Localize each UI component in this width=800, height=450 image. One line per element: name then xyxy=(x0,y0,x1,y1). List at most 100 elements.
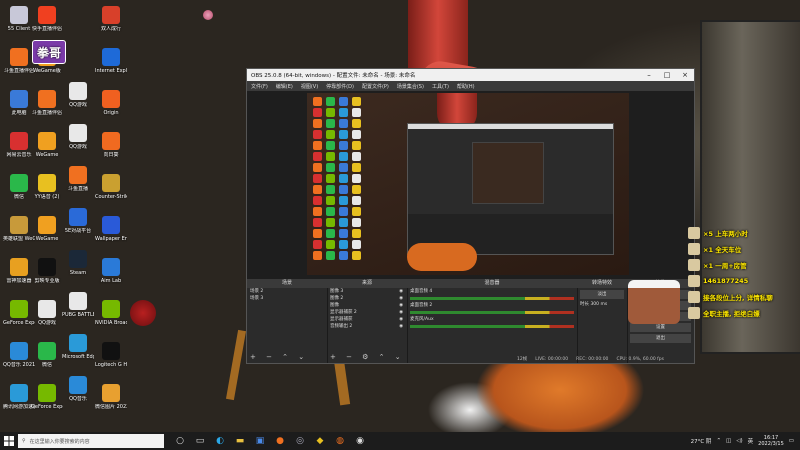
preview-mini-icon xyxy=(313,207,322,216)
desktop-icon[interactable]: 向日葵 xyxy=(95,132,127,158)
overlay-line: ×5 上车两小时 xyxy=(688,226,800,240)
steam-icon[interactable]: ◎ xyxy=(290,432,310,450)
volume-meter[interactable] xyxy=(410,297,574,300)
desktop-icon[interactable]: WeGame xyxy=(31,132,63,158)
menu-item[interactable]: 文件(F) xyxy=(251,83,268,90)
source-item[interactable]: 音频输出 2 ◉ xyxy=(327,323,407,330)
desktop-icon[interactable]: QQ游戏 xyxy=(62,124,94,150)
desktop-icon[interactable]: Microsoft Edge xyxy=(62,334,94,360)
taskbar-clock[interactable]: 16:17 2022/3/15 xyxy=(758,435,784,447)
source-item[interactable]: 图像 ◉ xyxy=(327,302,407,309)
desktop-icon[interactable]: Counter-Strike Global Off... xyxy=(95,174,127,200)
netease-music-icon xyxy=(10,132,28,150)
eye-icon[interactable]: ◉ xyxy=(399,295,403,302)
desktop-icon[interactable]: Wallpaper Engine: ... xyxy=(95,216,127,242)
menu-item[interactable]: 视图(V) xyxy=(301,83,318,90)
scenes-header: 场景 xyxy=(247,279,327,288)
steam-icon xyxy=(69,250,87,268)
control-button[interactable]: 设置 xyxy=(630,323,691,332)
rose-sticker xyxy=(130,300,156,326)
firefox-icon[interactable]: ● xyxy=(270,432,290,450)
volume-meter[interactable] xyxy=(410,311,574,314)
eye-icon[interactable]: ◉ xyxy=(399,316,403,323)
notification-icon[interactable]: ▭ xyxy=(789,438,794,444)
desktop-icon[interactable]: Aim Lab xyxy=(95,258,127,284)
search-icon[interactable]: ○ xyxy=(170,432,190,450)
source-item[interactable]: 显示器捕获 ◉ xyxy=(327,316,407,323)
obs-preview[interactable] xyxy=(247,91,694,279)
obs-icon[interactable]: ◉ xyxy=(350,432,370,450)
menu-item[interactable]: 工具(T) xyxy=(432,83,449,90)
preview-mini-icon xyxy=(326,97,335,106)
eye-icon[interactable]: ◉ xyxy=(399,309,403,316)
eye-icon[interactable]: ◉ xyxy=(399,288,403,295)
status-cpu: CPU: 0.9%, 60.00 fps xyxy=(616,356,664,362)
desktop-icon-label: WeGame xyxy=(35,236,59,242)
eye-icon[interactable]: ◉ xyxy=(399,302,403,309)
maximize-icon[interactable]: □ xyxy=(658,71,676,79)
folder-icon[interactable]: ▬ xyxy=(230,432,250,450)
menu-item[interactable]: 编辑(E) xyxy=(276,83,293,90)
desktop-icon[interactable]: NVIDIA Broadcast xyxy=(95,300,127,326)
desktop-icon[interactable]: 快手直播伴侣 xyxy=(31,6,63,32)
desktop-icon[interactable]: WeGame xyxy=(31,216,63,242)
weather-text[interactable]: 27°C 阴 xyxy=(691,437,712,445)
small-rose-sticker xyxy=(203,10,213,20)
desktop-icon[interactable]: Logitech G HUB xyxy=(95,342,127,368)
ime-indicator[interactable]: 英 xyxy=(748,437,754,445)
sources-controls[interactable]: + − ⚙ ⌃ ⌄ xyxy=(330,353,405,361)
transition-select[interactable]: 淡出 xyxy=(580,290,624,299)
desktop-icon[interactable]: 双人成行 xyxy=(95,6,127,32)
preview-mini-icon xyxy=(352,218,361,227)
menu-item[interactable]: 配置文件(P) xyxy=(362,83,389,90)
desktop-icon[interactable]: 微信 xyxy=(31,342,63,368)
desktop-icon[interactable]: 5E对战平台 xyxy=(62,208,94,234)
chevron-up-icon[interactable]: ⌃ xyxy=(716,438,721,444)
preview-mini-icon xyxy=(339,141,348,150)
minimize-icon[interactable]: – xyxy=(640,71,658,79)
menu-item[interactable]: 停靠部件(D) xyxy=(326,83,354,90)
volume-meter[interactable] xyxy=(410,325,574,328)
douyu-icon[interactable]: ◍ xyxy=(330,432,350,450)
desktop-icon[interactable]: 斗鱼直播伴侣 xyxy=(31,90,63,116)
source-item[interactable]: 显示器捕获 2 ◉ xyxy=(327,309,407,316)
desktop-icon[interactable]: 剪映专业版 xyxy=(31,258,63,284)
desktop-icon-label: 斗鱼直播伴侣 xyxy=(31,110,62,116)
edge-icon[interactable]: ◐ xyxy=(210,432,230,450)
control-button[interactable]: 退出 xyxy=(630,334,691,343)
desktop-icon[interactable]: 斗鱼直播 xyxy=(62,166,94,192)
close-icon[interactable]: × xyxy=(676,71,694,79)
task-view-icon[interactable]: ▭ xyxy=(190,432,210,450)
desktop-icon[interactable]: GeForce Experience xyxy=(31,384,63,410)
desktop-icon[interactable]: 微信图片 20220... xyxy=(95,384,127,410)
menu-item[interactable]: 帮助(H) xyxy=(457,83,475,90)
yy-icon[interactable]: ◆ xyxy=(310,432,330,450)
eye-icon[interactable]: ◉ xyxy=(399,323,403,330)
obs-titlebar[interactable]: OBS 25.0.8 (64-bit, windows) - 配置文件: 未命名… xyxy=(247,69,694,81)
preview-mini-icon xyxy=(352,130,361,139)
desktop-icon[interactable]: YY语音 (2) xyxy=(31,174,63,200)
taskbar-search-input[interactable]: ⚲ 在这里输入你要搜索的内容 xyxy=(18,434,164,448)
preview-mini-icon xyxy=(352,207,361,216)
scene-item[interactable]: 场景 2 xyxy=(247,288,327,295)
desktop-icon[interactable]: QQ游戏 xyxy=(31,300,63,326)
desktop-icon[interactable]: PUBG BATTLEGR... xyxy=(62,292,94,318)
preview-mini-icon xyxy=(352,108,361,117)
desktop-icon[interactable]: QQ音乐 xyxy=(62,376,94,402)
desktop-icon[interactable]: Steam xyxy=(62,250,94,276)
desktop-icon[interactable]: QQ游戏 xyxy=(62,82,94,108)
scenes-controls[interactable]: + − ⌃ ⌄ xyxy=(250,353,308,361)
network-icon[interactable]: ◫ xyxy=(726,438,731,444)
nvidia-icon xyxy=(38,384,56,402)
transition-duration[interactable]: 时长 300 ms xyxy=(577,301,627,308)
preview-mini-icon xyxy=(339,207,348,216)
windows-start-icon[interactable] xyxy=(0,432,18,450)
desktop-icon[interactable]: Internet Explorer xyxy=(95,48,127,74)
volume-icon[interactable]: ◁) xyxy=(736,438,742,444)
store-icon[interactable]: ▣ xyxy=(250,432,270,450)
menu-item[interactable]: 场景集合(S) xyxy=(397,83,424,90)
source-item[interactable]: 图像 2 ◉ xyxy=(327,295,407,302)
source-item[interactable]: 图像 3 ◉ xyxy=(327,288,407,295)
desktop-icon[interactable]: Origin xyxy=(95,90,127,116)
scene-item[interactable]: 场景 3 xyxy=(247,295,327,302)
